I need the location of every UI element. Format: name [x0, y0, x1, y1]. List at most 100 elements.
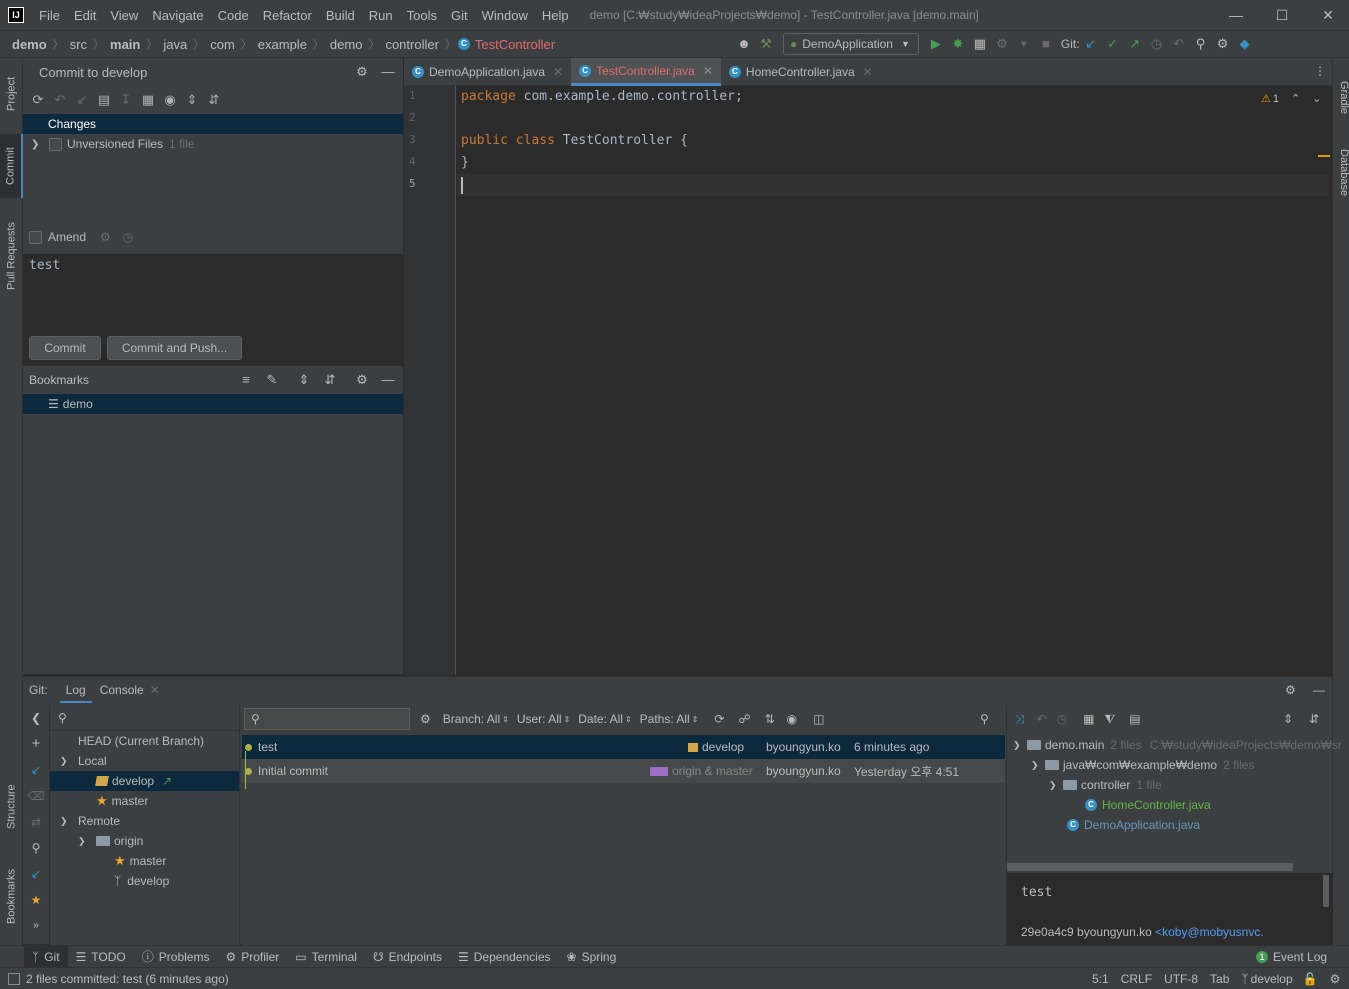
tab-commit[interactable]: Commit: [0, 134, 23, 198]
tool-tab-endpoints[interactable]: ☋ Endpoints: [365, 946, 450, 968]
breadcrumb-src[interactable]: src: [66, 37, 91, 52]
warning-stripe-marker[interactable]: [1318, 155, 1330, 157]
tab-log[interactable]: Log: [59, 677, 92, 703]
diff-icon[interactable]: ▤: [93, 89, 115, 111]
shelve-icon[interactable]: ↧: [115, 89, 137, 111]
tool-windows-toggle-icon[interactable]: [8, 972, 20, 985]
tab-database[interactable]: Database: [1333, 138, 1349, 208]
author-email-link[interactable]: <koby@mobyusnvc.: [1155, 925, 1264, 939]
settings-gear-icon[interactable]: ⚙: [1212, 33, 1234, 55]
menu-tools[interactable]: Tools: [400, 8, 444, 23]
close-icon[interactable]: ✕: [1305, 0, 1349, 30]
unversioned-checkbox[interactable]: [49, 137, 62, 151]
rollback-icon[interactable]: ↶: [49, 89, 71, 111]
tab-test-controller[interactable]: C TestController.java ✕: [571, 58, 721, 86]
refresh-icon[interactable]: ⟳: [714, 712, 724, 726]
layout-icon[interactable]: ▤: [1129, 712, 1140, 726]
group-by-icon[interactable]: ▦: [137, 89, 159, 111]
build-hammer-icon[interactable]: ⚒: [755, 33, 777, 55]
maximize-icon[interactable]: ☐: [1259, 0, 1305, 30]
code-editor[interactable]: package com.example.demo.controller; pub…: [457, 86, 1329, 675]
revert-icon[interactable]: ↶: [1037, 712, 1047, 726]
sort-icon[interactable]: ⇅: [765, 712, 775, 726]
delete-branch-icon[interactable]: ⌫: [28, 783, 45, 809]
menu-code[interactable]: Code: [211, 8, 256, 23]
indent-setting[interactable]: Tab: [1204, 972, 1235, 986]
branch-search-input[interactable]: ⚲: [50, 705, 239, 731]
tab-home-controller[interactable]: C HomeController.java ✕: [721, 58, 881, 86]
tool-tab-profiler[interactable]: ⚙ Profiler: [217, 946, 287, 968]
show-diff-icon[interactable]: ⤨: [1015, 712, 1025, 727]
close-tab-icon[interactable]: ✕: [863, 65, 873, 79]
collapse-all-icon[interactable]: ⇵: [319, 369, 341, 391]
changes-node[interactable]: Changes: [23, 114, 403, 134]
file-encoding[interactable]: UTF-8: [1158, 972, 1204, 986]
breadcrumb-current-class[interactable]: TestController: [475, 37, 559, 52]
search-everywhere-icon[interactable]: ⚲: [1190, 33, 1212, 55]
expand-all-icon[interactable]: ⇕: [293, 369, 315, 391]
branch-master-local[interactable]: ★ master: [50, 791, 239, 811]
menu-git[interactable]: Git: [444, 8, 475, 23]
local-node[interactable]: ❯ Local: [50, 751, 239, 771]
more-tabs-icon[interactable]: ⋮: [1314, 64, 1326, 78]
git-branch-widget[interactable]: develop: [1251, 972, 1293, 986]
fetch-icon[interactable]: ↙: [31, 861, 41, 887]
profiler-icon[interactable]: ⚙: [991, 33, 1013, 55]
branch-origin-master[interactable]: ★ master: [50, 851, 239, 871]
breadcrumb-com[interactable]: com: [206, 37, 239, 52]
git-update-icon[interactable]: ↙: [1080, 33, 1102, 55]
vertical-scrollbar[interactable]: [1323, 875, 1329, 907]
inspection-status-icon[interactable]: ⚙: [1324, 972, 1347, 986]
date-filter[interactable]: Date: All: [578, 712, 623, 726]
cherry-pick-icon[interactable]: ☍: [738, 712, 750, 726]
refresh-icon[interactable]: ⟳: [27, 89, 49, 111]
tab-console[interactable]: Console: [100, 683, 144, 697]
tab-demo-application[interactable]: C DemoApplication.java ✕: [404, 58, 571, 86]
debug-icon[interactable]: ✸: [947, 33, 969, 55]
menu-edit[interactable]: Edit: [67, 8, 103, 23]
run-config-select[interactable]: ● DemoApplication ▼: [783, 33, 919, 55]
eye-icon[interactable]: ◉: [787, 712, 797, 726]
tool-tab-terminal[interactable]: ▭ Terminal: [287, 946, 365, 968]
collapse-all-icon[interactable]: ⇵: [203, 89, 225, 111]
git-rollback-icon[interactable]: ↶: [1168, 33, 1190, 55]
git-commit-icon[interactable]: ✓: [1102, 33, 1124, 55]
branch-filter[interactable]: Branch: All: [443, 712, 500, 726]
commit-row[interactable]: test develop byoungyun.ko 6 minutes ago: [242, 735, 1005, 759]
event-log-tab[interactable]: 1 Event Log: [1248, 946, 1335, 968]
favorite-star-icon[interactable]: ★: [31, 887, 42, 913]
tab-gradle[interactable]: Gradle: [1333, 68, 1349, 128]
gear-icon[interactable]: ⚙: [351, 61, 373, 83]
tool-tab-problems[interactable]: ⓘ Problems: [134, 946, 218, 968]
tool-tab-git[interactable]: ᛉ Git: [24, 945, 68, 968]
details-package-node[interactable]: ❯ java₩com₩example₩demo 2 files: [1031, 755, 1254, 775]
history-icon[interactable]: ◷: [1057, 712, 1067, 726]
tool-tab-todo[interactable]: ☰ TODO: [68, 946, 134, 968]
bookmark-list-item[interactable]: ☰ demo: [23, 394, 403, 414]
breadcrumb-demo[interactable]: demo: [326, 37, 367, 52]
paths-filter[interactable]: Paths: All: [640, 712, 690, 726]
commit-message-history-icon[interactable]: ◷: [123, 230, 133, 244]
close-tab-icon[interactable]: ✕: [703, 64, 713, 78]
collapse-branches-icon[interactable]: ❮: [31, 705, 41, 731]
minimize-icon[interactable]: —: [1213, 0, 1259, 30]
unversioned-files-node[interactable]: ❯ Unversioned Files 1 file: [23, 134, 403, 154]
origin-node[interactable]: ❯ origin: [50, 831, 239, 851]
new-branch-icon[interactable]: +: [32, 731, 41, 757]
search-icon[interactable]: ⚲: [980, 712, 989, 726]
new-tab-icon[interactable]: ◫: [813, 712, 824, 726]
more-icon[interactable]: »: [33, 913, 39, 939]
details-root-node[interactable]: ❯ demo.main 2 files C:₩study₩ideaProjects₩d…: [1013, 735, 1342, 755]
menu-help[interactable]: Help: [535, 8, 576, 23]
collapse-all-icon[interactable]: ⇵: [1309, 712, 1319, 726]
add-bookmark-list-icon[interactable]: ≡: [235, 369, 257, 391]
gear-icon[interactable]: ⚙: [1285, 683, 1296, 697]
filter-icon[interactable]: ⧨: [1105, 712, 1116, 727]
tab-project[interactable]: Project: [0, 64, 23, 124]
tab-bookmarks[interactable]: Bookmarks: [0, 854, 23, 938]
hide-panel-icon[interactable]: —: [377, 369, 399, 391]
details-file-home-controller[interactable]: C HomeController.java: [1085, 795, 1211, 815]
coverage-icon[interactable]: ▦: [969, 33, 991, 55]
status-message[interactable]: 2 files committed: test (6 minutes ago): [20, 972, 235, 986]
remote-node[interactable]: ❯ Remote: [50, 811, 239, 831]
